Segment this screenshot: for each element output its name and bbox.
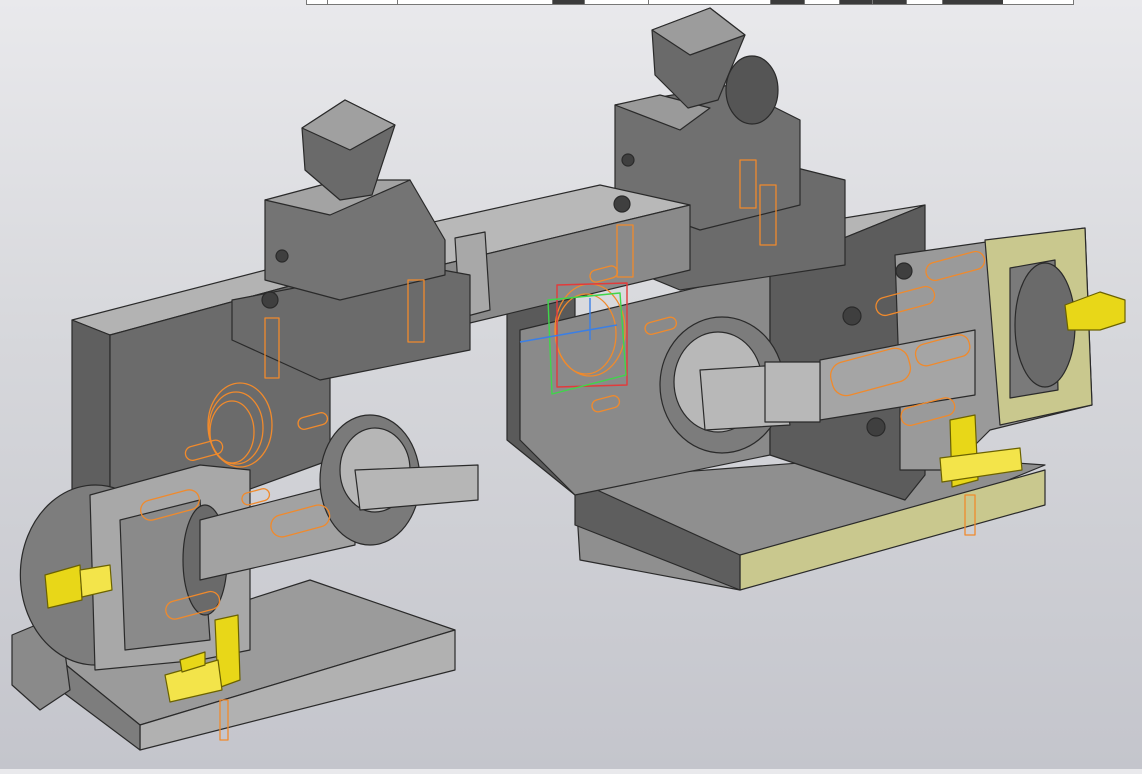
right-slide-block	[764, 361, 821, 423]
top-toolbar-strip[interactable]	[306, 0, 1074, 5]
toolbar-cell-active[interactable]	[770, 0, 805, 4]
toolbar-cell[interactable]	[327, 0, 398, 4]
screw-head	[621, 153, 635, 167]
right-fixture[interactable]	[506, 7, 1093, 591]
toolbar-cell-active[interactable]	[872, 0, 907, 4]
screw-head	[261, 291, 279, 309]
toolbar-cell-active[interactable]	[552, 0, 585, 4]
bolt-hole	[842, 306, 862, 326]
assembly-model[interactable]	[0, 0, 1142, 769]
toolbar-cell[interactable]	[397, 0, 553, 4]
right-housing-bore	[1014, 262, 1076, 388]
toolbar-cell-active[interactable]	[942, 0, 1003, 4]
toolbar-cell[interactable]	[906, 0, 943, 4]
cad-3d-viewport[interactable]	[0, 0, 1142, 769]
toolbar-cell-active[interactable]	[839, 0, 873, 4]
right-cylinder-back	[725, 55, 779, 125]
bolt-hole	[895, 262, 913, 280]
toolbar-cell[interactable]	[648, 0, 771, 4]
toolbar-cell[interactable]	[804, 0, 840, 4]
screw-head	[613, 195, 631, 213]
left-chuck-tongue	[354, 464, 479, 511]
toolbar-cell[interactable]	[584, 0, 649, 4]
bolt-hole	[866, 417, 886, 437]
screw-head	[275, 249, 289, 263]
